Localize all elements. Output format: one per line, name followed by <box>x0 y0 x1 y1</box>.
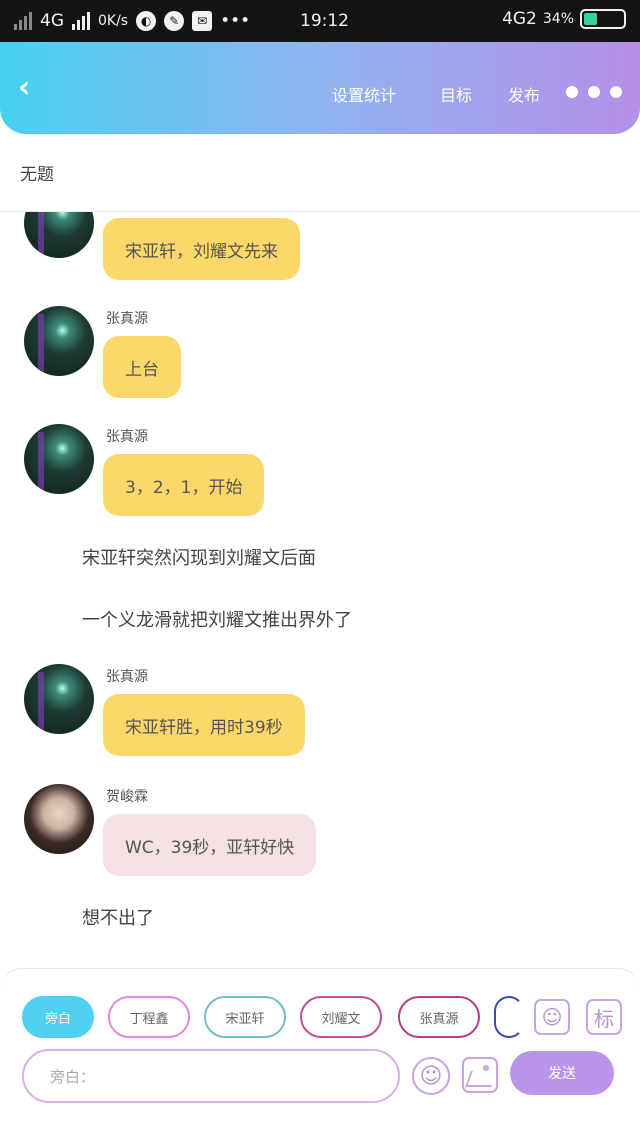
sender-name: 张真源 <box>106 429 148 445</box>
role-chip[interactable]: 宋亚轩 <box>204 996 286 1038</box>
message-bubble[interactable]: 3，2，1，开始 <box>103 454 265 516</box>
clock: 19:12 <box>300 11 349 31</box>
role-chip-partial[interactable] <box>494 996 524 1038</box>
palette-icon: ✎ <box>164 11 185 31</box>
sender-name: 贺峻霖 <box>106 789 148 805</box>
narration-text: 想不出了 <box>82 908 154 929</box>
battery-percent: 34% <box>542 11 574 27</box>
role-chip[interactable]: 张真源 <box>398 996 480 1038</box>
emoji-icon[interactable]: ☺ <box>412 1057 450 1095</box>
network-label: 4G <box>40 11 64 31</box>
message-bubble[interactable]: 宋亚轩，刘耀文先来 <box>103 218 300 280</box>
narration-text: 宋亚轩突然闪现到刘耀文后面 <box>82 548 316 569</box>
avatar[interactable] <box>24 424 94 494</box>
battery-icon <box>580 9 626 29</box>
send-button[interactable]: 发送 <box>510 1051 614 1095</box>
sender-name: 张真源 <box>106 669 148 685</box>
more-options-icon[interactable] <box>566 86 622 98</box>
planet-icon: ◐ <box>136 11 157 31</box>
avatar[interactable] <box>24 664 94 734</box>
message-bubble[interactable]: 宋亚轩胜，用时39秒 <box>103 694 305 756</box>
message-input[interactable]: 旁白： <box>22 1049 400 1103</box>
role-chip-narrator[interactable]: 旁白 <box>22 996 94 1038</box>
input-panel: 旁白 丁程鑫 宋亚轩 刘耀文 张真源 ☺ 标 旁白： ☺ 发送 <box>0 968 640 1138</box>
mail-icon: ✉ <box>192 11 213 31</box>
message-bubble[interactable]: WC，39秒，亚轩好快 <box>103 814 317 876</box>
image-icon[interactable] <box>462 1057 498 1093</box>
tag-button[interactable]: 标 <box>586 999 622 1035</box>
sender-name: 张真源 <box>106 311 148 327</box>
message-bubble[interactable]: 上台 <box>103 336 181 398</box>
avatar[interactable] <box>24 212 94 258</box>
settings-stats-link[interactable]: 设置统计 <box>332 82 396 106</box>
avatar[interactable] <box>24 306 94 376</box>
signal-icon <box>14 12 32 30</box>
avatar[interactable] <box>24 784 94 854</box>
more-notifications-icon: ••• <box>220 11 251 31</box>
page-title: 无题 <box>0 134 640 212</box>
back-arrow-icon[interactable]: ‹ <box>18 72 48 104</box>
narration-text: 一个义龙滑就把刘耀文推出界外了 <box>82 610 352 631</box>
status-bar: 4G 0K/s ◐ ✎ ✉ ••• 19:12 4G2 34% <box>0 0 640 42</box>
network-speed: 0K/s <box>98 13 129 29</box>
target-link[interactable]: 目标 <box>440 82 472 106</box>
chat-screen: 4G 0K/s ◐ ✎ ✉ ••• 19:12 4G2 34% ‹ 设置统计 目… <box>0 0 640 1138</box>
person-icon[interactable]: ☺ <box>534 999 570 1035</box>
role-chip[interactable]: 丁程鑫 <box>108 996 190 1038</box>
network-label-right: 4G2 <box>502 9 537 29</box>
chat-area[interactable]: 宋亚轩，刘耀文先来 张真源 上台 张真源 3，2，1，开始 宋亚轩突然闪现到刘耀… <box>0 212 640 968</box>
signal-icon <box>72 12 90 30</box>
role-chip[interactable]: 刘耀文 <box>300 996 382 1038</box>
header-bar: ‹ 设置统计 目标 发布 <box>0 42 640 134</box>
publish-link[interactable]: 发布 <box>508 82 540 106</box>
